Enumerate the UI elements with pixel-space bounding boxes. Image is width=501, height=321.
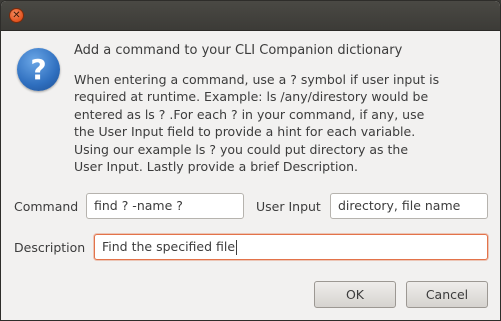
instructions-line: User Input. Lastly provide a brief Descr… [74,159,358,175]
title-bar: ✕ [1,1,500,31]
command-label: Command [14,199,79,214]
cancel-button[interactable]: Cancel [406,281,488,308]
instructions-line: When entering a command, use a ? symbol … [74,72,440,87]
question-icon: ? [17,48,60,91]
instructions-line: the User Input field to provide a hint f… [74,124,416,140]
dialog-window: ✕ ? Add a command to your CLI Companion … [0,0,501,321]
dialog-heading: Add a command to your CLI Companion dict… [74,43,403,58]
text-caret [236,240,238,255]
description-field[interactable]: Find the specified file [94,234,488,260]
instructions-line: required at runtime. Example: ls /any/di… [74,89,429,105]
instructions-text: When entering a command, use a ? symbol … [74,71,440,175]
dialog-content: ? Add a command to your CLI Companion di… [1,31,500,320]
description-label: Description [14,240,86,255]
user-input-field[interactable]: directory, file name [330,193,488,219]
user-input-label: User Input [256,199,321,214]
ok-button[interactable]: OK [314,281,396,308]
instructions-line: Using our example ls ? you could put dir… [74,141,409,157]
command-field[interactable]: find ? -name ? [86,193,244,219]
instructions-line: entered as ls ? .For each ? in your comm… [74,106,425,122]
description-value: Find the specified file [102,239,236,254]
close-icon[interactable]: ✕ [9,8,24,23]
